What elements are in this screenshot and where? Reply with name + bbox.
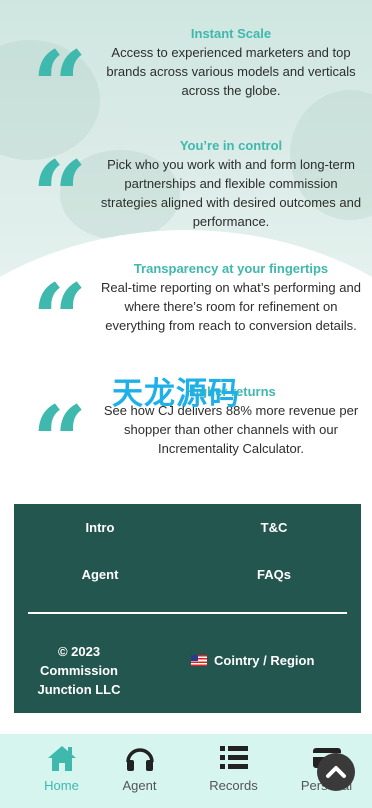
footer-link-tc[interactable]: T&C <box>242 520 306 535</box>
region-selector[interactable]: Cointry / Region <box>191 653 314 668</box>
tab-records-label: Records <box>209 778 258 793</box>
tab-records[interactable]: Records <box>187 734 280 808</box>
quote-icon: “ <box>32 385 88 498</box>
list-icon <box>220 746 248 769</box>
tab-agent-label: Agent <box>122 778 157 793</box>
tab-agent[interactable]: Agent <box>93 734 186 808</box>
home-icon <box>48 746 76 771</box>
region-label: Cointry / Region <box>214 653 315 668</box>
footer-divider <box>28 612 347 614</box>
chevron-up-icon <box>326 766 346 778</box>
scroll-to-top-button[interactable] <box>317 753 355 791</box>
copyright: © 2023 Commission Junction LLC <box>37 644 121 697</box>
footer-link-agent[interactable]: Agent <box>68 567 132 582</box>
quote-icon: “ <box>32 30 88 143</box>
feature-title: Instant Scale <box>190 26 272 41</box>
feature-text: Pick who you work with and form long-ter… <box>100 157 362 229</box>
feature-title: Transparency at your fingertips <box>133 261 329 276</box>
footer-link-intro[interactable]: Intro <box>68 520 132 535</box>
footer-link-faqs[interactable]: FAQs <box>242 567 306 582</box>
us-flag-icon <box>191 655 207 666</box>
feature-title: You’re in control <box>179 138 283 153</box>
footer: Intro T&C Agent FAQs © 2023 Commission J… <box>14 504 361 713</box>
watermark: 天龙源码 <box>112 376 240 412</box>
quote-icon: “ <box>32 263 88 376</box>
quote-icon: “ <box>32 140 88 253</box>
headphones-icon <box>126 748 154 771</box>
feature-text: Real-time reporting on what’s performing… <box>101 280 361 333</box>
feature-text: Access to experienced marketers and top … <box>106 45 356 98</box>
